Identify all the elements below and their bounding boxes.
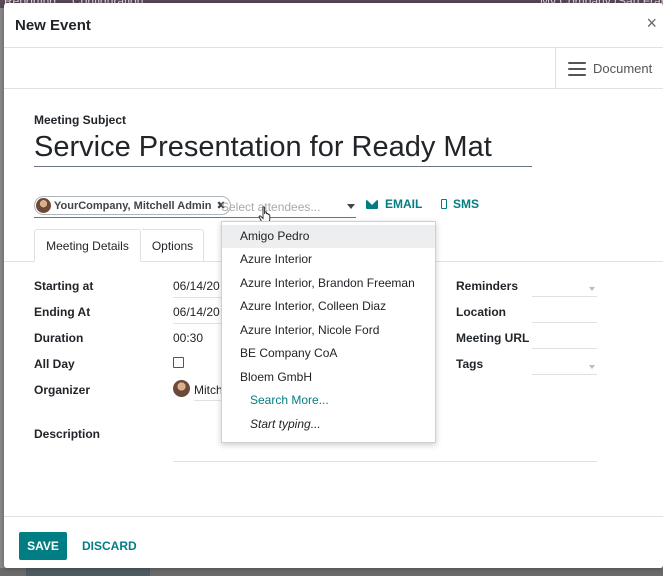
form-statusbar: Document [4, 48, 663, 89]
reminders-caret-icon [589, 287, 595, 291]
description-label: Description [34, 427, 101, 441]
document-icon [568, 61, 586, 76]
mobile-phone-icon [441, 199, 447, 209]
starting-at-underline [173, 297, 223, 298]
starting-at-input[interactable]: 06/14/20 [173, 279, 223, 293]
organizer-input[interactable]: Mitch [194, 383, 224, 397]
document-button-label: Document [593, 61, 653, 76]
description-input[interactable] [173, 461, 597, 462]
new-event-dialog: New Event × Document Meeting Subject You… [4, 3, 663, 568]
organizer-avatar [173, 380, 190, 397]
dropdown-option[interactable]: Azure Interior, Brandon Freeman [222, 272, 435, 295]
save-button[interactable]: SAVE [19, 532, 67, 560]
reminders-label: Reminders [456, 279, 519, 293]
tab-meeting-details[interactable]: Meeting Details [34, 229, 141, 262]
background-bottom [0, 568, 663, 576]
attendee-tag-label: YourCompany, Mitchell Admin [54, 199, 212, 212]
reminders-input[interactable] [532, 296, 597, 297]
dialog-title: New Event [15, 17, 91, 34]
email-button-label: EMAIL [385, 197, 423, 211]
attendee-tag: YourCompany, Mitchell Admin ✖ [34, 196, 231, 215]
meeting-url-input[interactable] [532, 348, 597, 349]
tags-caret-icon [589, 365, 595, 369]
ending-at-input[interactable]: 06/14/20 [173, 305, 223, 319]
dropdown-option[interactable]: Azure Interior, Colleen Diaz [222, 295, 435, 318]
duration-label: Duration [34, 331, 84, 345]
dialog-header: New Event × [4, 3, 663, 48]
tags-label: Tags [456, 357, 484, 371]
envelope-icon [366, 199, 378, 209]
ending-at-underline [173, 323, 223, 324]
dropdown-option[interactable]: Amigo Pedro [222, 225, 435, 248]
meeting-url-label: Meeting URL [456, 331, 530, 345]
subject-input[interactable] [34, 129, 532, 167]
starting-at-label: Starting at [34, 279, 94, 293]
tags-input[interactable] [532, 374, 597, 375]
dropdown-option[interactable]: Bloem GmbH [222, 366, 435, 389]
sms-attendees-button[interactable]: SMS [441, 197, 479, 211]
start-typing-hint: Start typing... [250, 417, 321, 431]
close-button[interactable]: × [646, 13, 657, 33]
duration-input[interactable]: 00:30 [173, 331, 223, 345]
bg-bottom-tab [26, 568, 150, 576]
sms-button-label: SMS [453, 197, 480, 211]
attendee-dropdown-caret-icon[interactable] [347, 204, 355, 209]
organizer-label: Organizer [34, 383, 91, 397]
location-input[interactable] [532, 322, 597, 323]
ending-at-label: Ending At [34, 305, 91, 319]
discard-button[interactable]: DISCARD [82, 539, 137, 553]
attendee-avatar [36, 198, 51, 213]
email-attendees-button[interactable]: EMAIL [366, 197, 422, 211]
all-day-label: All Day [34, 357, 75, 371]
attendee-search-input[interactable] [221, 198, 341, 215]
all-day-checkbox[interactable] [173, 357, 184, 368]
dropdown-option[interactable]: Azure Interior [222, 248, 435, 271]
search-more-link[interactable]: Search More... [222, 389, 435, 412]
dialog-footer: SAVE DISCARD [4, 516, 663, 568]
location-label: Location [456, 305, 506, 319]
attendees-field: YourCompany, Mitchell Admin ✖ [34, 195, 356, 218]
organizer-underline [194, 400, 224, 401]
document-button[interactable]: Document [555, 48, 663, 89]
attendee-autocomplete-dropdown: Amigo Pedro Azure Interior Azure Interio… [221, 221, 436, 443]
dropdown-option[interactable]: BE Company CoA [222, 342, 435, 365]
subject-label: Meeting Subject [34, 113, 127, 127]
dropdown-option[interactable]: Azure Interior, Nicole Ford [222, 319, 435, 342]
tab-options[interactable]: Options [142, 229, 204, 262]
